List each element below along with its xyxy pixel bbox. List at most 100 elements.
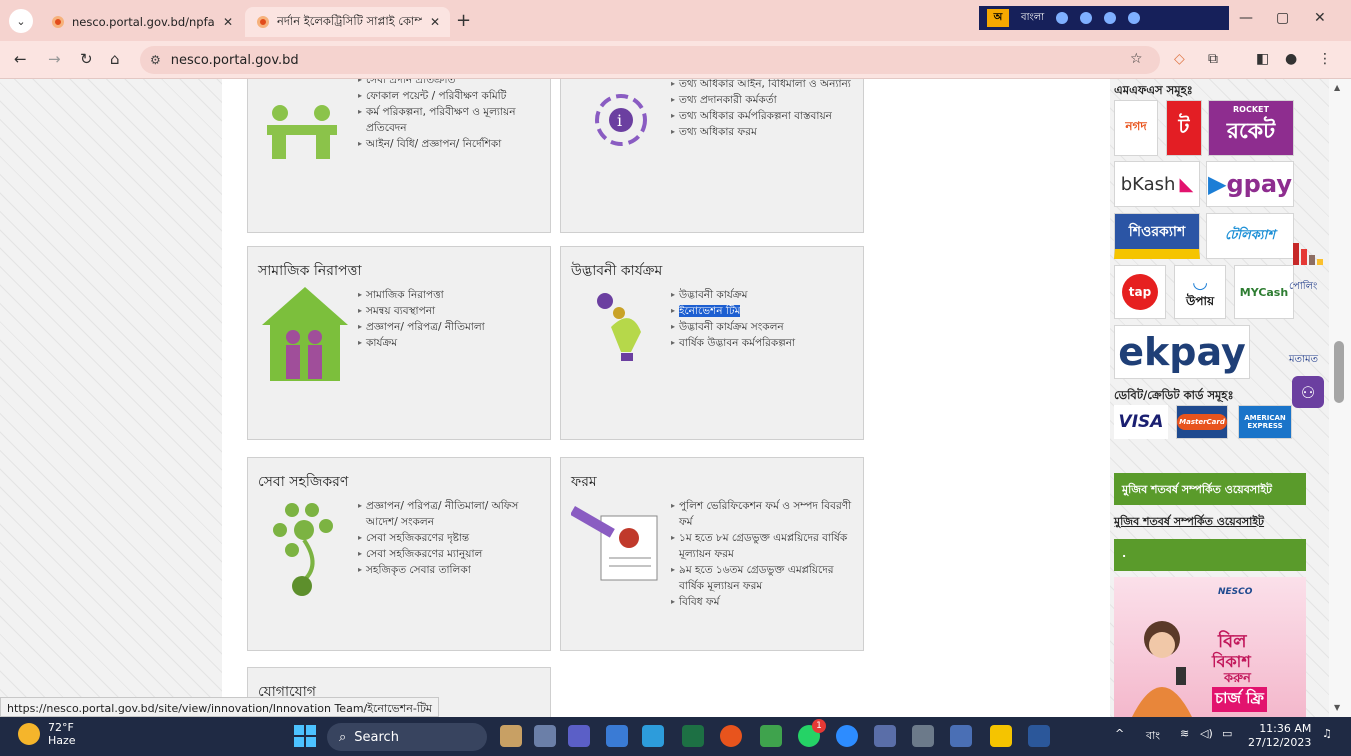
- ime-keyboard-icon[interactable]: [1080, 12, 1093, 24]
- surecash-logo[interactable]: শিওরক্যাশ: [1114, 213, 1200, 259]
- extension-icon[interactable]: ◇: [1174, 51, 1185, 67]
- app-whatsapp-icon[interactable]: 1: [798, 719, 826, 747]
- new-tab-icon[interactable]: +: [456, 10, 471, 31]
- card-link[interactable]: সেবা সহজিকরণের দৃষ্টান্ত: [358, 530, 543, 546]
- home-icon[interactable]: ⌂: [110, 50, 120, 68]
- app-excel-icon[interactable]: [682, 725, 704, 747]
- taskbar-clock[interactable]: 11:36 AM 27/12/2023: [1248, 722, 1311, 750]
- app-remote-icon[interactable]: [642, 725, 664, 747]
- close-icon[interactable]: ✕: [430, 15, 440, 29]
- app-snip-icon[interactable]: [874, 725, 896, 747]
- card-link-text[interactable]: ইনোভেশন টিম: [679, 305, 741, 317]
- minimize-icon[interactable]: —: [1239, 10, 1253, 26]
- forward-icon[interactable]: →: [48, 50, 61, 68]
- card-link[interactable]: সামাজিক নিরাপত্তা: [358, 287, 543, 303]
- poll-link[interactable]: পোলিং: [1289, 279, 1317, 296]
- side-panel-icon[interactable]: ◧: [1256, 51, 1269, 67]
- app-file-explorer-icon[interactable]: [990, 725, 1012, 747]
- back-icon[interactable]: ←: [14, 50, 27, 68]
- windows-start-icon[interactable]: [294, 725, 316, 747]
- card-link[interactable]: ৯ম হতে ১৬তম গ্রেডভুক্ত এমপ্লয়িদের বার্ষ…: [671, 562, 856, 594]
- card-link[interactable]: পুলিশ ভেরিফিকেশন ফর্ম ও সম্পদ বিবরণী ফর্…: [671, 498, 856, 530]
- battery-icon[interactable]: ▭: [1222, 727, 1232, 740]
- card-title[interactable]: সামাজিক নিরাপত্তা: [258, 259, 362, 283]
- tab-search-icon[interactable]: ⌄: [9, 9, 33, 33]
- card-link[interactable]: তথ্য অধিকার ফরম: [671, 124, 856, 140]
- menu-kebab-icon[interactable]: ⋮: [1318, 51, 1332, 67]
- close-window-icon[interactable]: ✕: [1314, 10, 1326, 26]
- bkash-logo[interactable]: bKash ◣: [1114, 161, 1200, 207]
- mastercard-logo[interactable]: MasterCard: [1176, 405, 1228, 439]
- opinion-link[interactable]: মতামত: [1289, 352, 1318, 369]
- app-ai-icon[interactable]: [950, 725, 972, 747]
- weather-widget[interactable]: 72°F Haze: [18, 721, 76, 747]
- card-link[interactable]: তথ্য অধিকার কর্মপরিকল্পনা বাস্তবায়ন: [671, 108, 856, 124]
- scroll-down-icon[interactable]: ▼: [1334, 703, 1340, 712]
- card-link[interactable]: সেবা সহজিকরণের ম্যানুয়াল: [358, 546, 543, 562]
- app-people-icon[interactable]: [500, 725, 522, 747]
- notification-bell-icon[interactable]: ♫: [1322, 727, 1332, 740]
- tap-logo[interactable]: tap: [1114, 265, 1166, 319]
- scrollbar-thumb[interactable]: [1334, 341, 1344, 403]
- mujib-website-link[interactable]: মুজিব শতবর্ষ সম্পর্কিত ওয়েবসাইট: [1114, 513, 1264, 532]
- card-link[interactable]: সহজিকৃত সেবার তালিকা: [358, 562, 543, 578]
- site-info-icon[interactable]: ⚙: [150, 53, 161, 67]
- card-link[interactable]: সমন্বয় ব্যবস্থাপনা: [358, 303, 543, 319]
- card-link-innovation-team[interactable]: ইনোভেশন টিম: [671, 303, 856, 319]
- app-generic-icon[interactable]: [760, 725, 782, 747]
- visa-logo[interactable]: VISA: [1114, 405, 1168, 439]
- maximize-icon[interactable]: ▢: [1276, 10, 1289, 26]
- ekpay-logo[interactable]: ekpay: [1114, 325, 1250, 379]
- ime-language[interactable]: বাংলা: [1021, 10, 1044, 27]
- bookmark-star-icon[interactable]: ☆: [1130, 51, 1143, 67]
- card-link[interactable]: প্রজ্ঞাপন/ পরিপত্র/ নীতিমালা/ অফিস আদেশ/…: [358, 498, 543, 530]
- app-zoom-icon[interactable]: [836, 725, 858, 747]
- card-link[interactable]: প্রজ্ঞাপন/ পরিপত্র/ নীতিমালা: [358, 319, 543, 335]
- bkash-bill-banner[interactable]: NESCO বিল বিকাশ করুন চার্জ ফ্রি: [1114, 577, 1306, 717]
- card-title[interactable]: ফরম: [571, 470, 597, 494]
- page-scrollbar[interactable]: ▲ ▼: [1329, 79, 1351, 717]
- taskbar-search[interactable]: ⌕ Search: [327, 723, 487, 751]
- tray-chevron-icon[interactable]: ^: [1115, 727, 1124, 740]
- wifi-icon[interactable]: ≋: [1180, 727, 1189, 740]
- card-link[interactable]: তথ্য প্রদানকারী কর্মকর্তা: [671, 92, 856, 108]
- tray-language[interactable]: বাং: [1146, 727, 1160, 746]
- ime-power-icon[interactable]: [1128, 12, 1141, 24]
- card-link[interactable]: সেবা প্রদান প্রতিশ্রুতি: [358, 79, 548, 88]
- gpay-logo[interactable]: ▶ gpay: [1206, 161, 1294, 207]
- accessibility-icon[interactable]: ⚇: [1292, 376, 1324, 408]
- card-title[interactable]: সেবা সহজিকরণ: [258, 470, 348, 494]
- scroll-up-icon[interactable]: ▲: [1334, 83, 1340, 92]
- card-link[interactable]: কার্যক্রম: [358, 335, 543, 351]
- app-device-icon[interactable]: [912, 725, 934, 747]
- rocket-logo[interactable]: ROCKET রকেট: [1208, 100, 1294, 156]
- ime-toolbar[interactable]: অ বাংলা: [979, 6, 1229, 30]
- address-bar[interactable]: ⚙ nesco.portal.gov.bd: [140, 46, 1160, 74]
- card-link[interactable]: আইন/ বিধি/ প্রজ্ঞাপন/ নির্দেশিকা: [358, 136, 548, 152]
- tab-nesco-home[interactable]: নর্দান ইলেকট্রিসিটি সাপ্লাই কোম্পা ✕: [245, 7, 450, 37]
- card-link[interactable]: বার্ষিক উদ্ভাবন কর্মপরিকল্পনা: [671, 335, 856, 351]
- card-link[interactable]: ফোকাল পয়েন্ট / পরিবীক্ষণ কমিটি: [358, 88, 548, 104]
- upay-logo[interactable]: ◡ উপায়: [1174, 265, 1226, 319]
- card-link[interactable]: ১ম হতে ৮ম গ্রেডভুক্ত এমপ্লয়িদের বার্ষিক…: [671, 530, 856, 562]
- volume-icon[interactable]: ◁): [1200, 727, 1213, 740]
- app-chrome-icon[interactable]: [720, 725, 742, 747]
- profile-avatar-icon[interactable]: ●: [1285, 51, 1297, 67]
- telecash-logo[interactable]: টেলিক্যাশ: [1206, 213, 1294, 259]
- nagad-logo[interactable]: নগদ: [1114, 100, 1158, 156]
- extensions-puzzle-icon[interactable]: ⧉: [1208, 51, 1218, 67]
- card-link[interactable]: উদ্ভাবনী কার্যক্রম: [671, 287, 856, 303]
- trust-pay-logo[interactable]: ট: [1166, 100, 1202, 156]
- app-word-icon[interactable]: [1028, 725, 1050, 747]
- app-task-view-icon[interactable]: [534, 725, 556, 747]
- amex-logo[interactable]: AMERICAN EXPRESS: [1238, 405, 1292, 439]
- card-link[interactable]: তথ্য অধিকার আইন, বিধিমালা ও অন্যান্য: [671, 79, 856, 92]
- reload-icon[interactable]: ↻: [80, 50, 93, 68]
- card-title[interactable]: উদ্ভাবনী কার্যক্রম: [571, 259, 662, 283]
- ime-help-icon[interactable]: [1104, 12, 1117, 24]
- app-network-icon[interactable]: [606, 725, 628, 747]
- ime-settings-icon[interactable]: [1056, 12, 1069, 24]
- card-link[interactable]: কর্ম পরিকল্পনা, পরিবীক্ষণ ও মূল্যায়ন প্…: [358, 104, 548, 136]
- card-link[interactable]: উদ্ভাবনী কার্যক্রম সংকলন: [671, 319, 856, 335]
- close-icon[interactable]: ✕: [223, 15, 233, 29]
